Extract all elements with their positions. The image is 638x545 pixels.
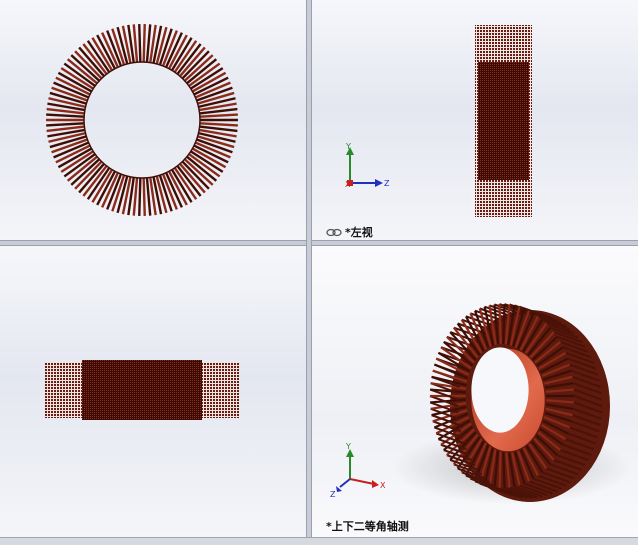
view-label-isometric-text: *上下二等角轴测 [326,520,409,533]
coordinate-triad-iso [336,449,379,492]
fin [199,122,238,127]
isometric-view-ring: Y X Z [330,303,632,504]
bore-opening [471,347,529,433]
horizontal-splitter[interactable] [0,240,638,246]
axis-label-z: Z [384,179,390,188]
fin [199,113,238,118]
viewport-isometric[interactable]: Y X Z *上下二等角轴测 [312,246,638,537]
top-view-core [82,360,202,420]
iso-axis-label-x: X [380,481,386,490]
viewport-front[interactable] [0,0,306,240]
vertical-splitter[interactable] [306,0,312,537]
viewport-left[interactable]: Y X Z *左视 [312,0,638,240]
bottom-scrollbar[interactable] [0,537,638,545]
left-view-core [478,62,529,180]
iso-axis-label-z: Z [330,490,336,499]
fin [502,304,506,345]
top-view-side [45,360,239,420]
fin [142,177,146,216]
view-link-icon[interactable] [326,227,342,240]
view-label-left-text: *左视 [345,226,373,239]
inner-bore [83,61,201,179]
viewport-top[interactable] [0,246,306,537]
left-view-side: Y X Z [345,25,532,217]
fin [138,24,142,63]
view-label-left: *左视 [326,224,373,240]
fin [132,177,139,216]
axis-label-y: Y [345,142,351,151]
fin [502,447,506,488]
fin [142,24,146,63]
fin [498,447,502,488]
graphics-area: Y X Z *左视 Y X Z *上下二等角轴测 [0,0,638,545]
fin [145,177,152,216]
view-label-isometric: *上下二等角轴测 [326,518,409,534]
fin [46,122,85,127]
axis-label-x: X [345,180,351,189]
front-view-ring [46,24,238,216]
coordinate-triad-left [346,147,383,187]
fin [138,177,142,216]
fin [145,24,152,63]
fin [132,24,139,63]
iso-axis-label-y: Y [345,442,351,451]
fin [498,304,502,345]
fin [46,113,85,118]
